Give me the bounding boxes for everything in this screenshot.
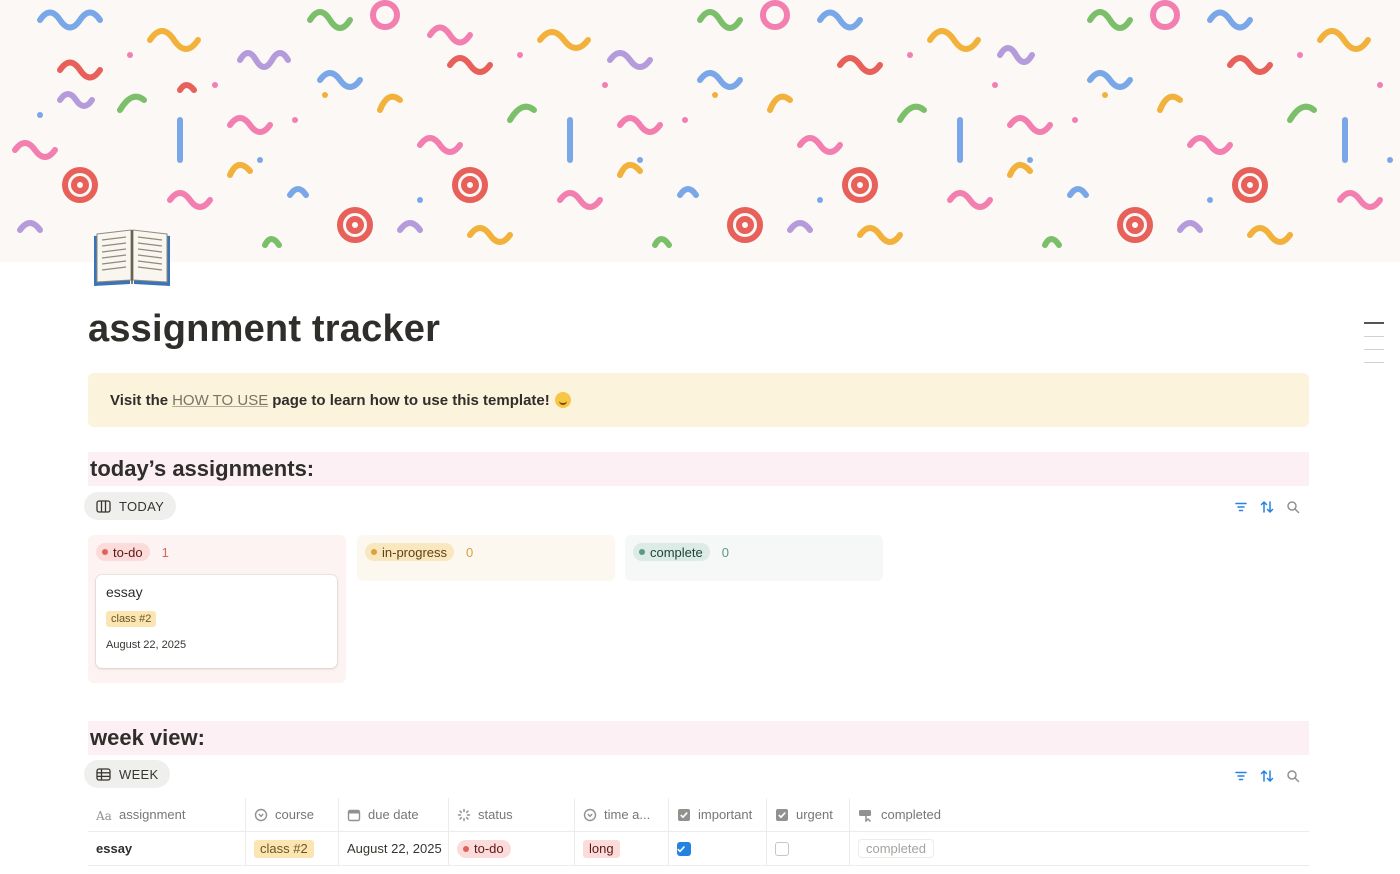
assignment-card[interactable]: essay class #2 August 22, 2025	[96, 575, 337, 668]
week-heading: week view:	[88, 721, 1309, 755]
column-header-course[interactable]: course	[246, 798, 339, 831]
column-header-assignment[interactable]: Aa assignment	[88, 798, 246, 831]
outline-line[interactable]	[1364, 336, 1384, 337]
outline-line[interactable]	[1364, 349, 1384, 350]
column-header-due-date[interactable]: due date	[339, 798, 449, 831]
status-tag-in-progress: in-progress	[365, 543, 455, 561]
filter-icon[interactable]	[1234, 769, 1248, 783]
column-header-status[interactable]: status	[449, 798, 575, 831]
column-count: 0	[466, 544, 474, 560]
board-view-icon	[96, 499, 111, 513]
column-header-important[interactable]: important	[669, 798, 767, 831]
checkbox-property-icon	[678, 808, 690, 821]
table-header-row: Aa assignment course due date status tim…	[88, 798, 1309, 832]
outline-line[interactable]	[1364, 362, 1384, 363]
search-icon[interactable]	[1286, 500, 1300, 514]
calendar-icon	[347, 809, 361, 821]
column-label: complete	[650, 544, 703, 560]
column-header-completed[interactable]: completed	[850, 798, 956, 831]
status-tag-to-do: to-do	[457, 839, 511, 858]
today-view-toolbar	[1234, 500, 1300, 514]
table-row[interactable]: essay class #2 August 22, 2025 to-do lon…	[88, 832, 1309, 866]
cell-due-date[interactable]: August 22, 2025	[339, 832, 449, 865]
button-property-icon	[859, 809, 872, 822]
week-view-tab[interactable]: WEEK	[84, 760, 171, 788]
week-table: Aa assignment course due date status tim…	[88, 798, 1309, 866]
today-heading: today’s assignments:	[88, 452, 1309, 486]
filter-icon[interactable]	[1234, 500, 1248, 514]
today-view-tab[interactable]: TODAY	[84, 492, 177, 520]
select-property-icon	[254, 808, 268, 821]
callout-suffix: page to learn how to use this template!	[272, 391, 550, 409]
course-tag: class #2	[106, 611, 157, 627]
urgent-checkbox[interactable]	[775, 841, 789, 856]
board-column-in-progress: in-progress 0	[357, 535, 615, 581]
outline-line[interactable]	[1364, 322, 1384, 324]
status-tag-to-do: to-do	[96, 543, 150, 561]
cell-completed[interactable]: completed	[850, 832, 956, 865]
status-property-icon	[457, 808, 471, 821]
column-count: 0	[721, 544, 729, 560]
cell-assignment[interactable]: essay	[88, 832, 246, 865]
cell-status[interactable]: to-do	[449, 832, 575, 865]
cell-urgent[interactable]	[767, 832, 850, 865]
column-header-time[interactable]: time a...	[575, 798, 669, 831]
cell-course[interactable]: class #2	[246, 832, 339, 865]
confetti-pattern	[12, 0, 1393, 248]
cell-important[interactable]	[669, 832, 767, 865]
callout-prefix: Visit the	[110, 391, 169, 409]
checkbox-property-icon	[776, 808, 788, 821]
how-to-use-link[interactable]: HOW TO USE	[172, 392, 268, 409]
course-tag: class #2	[254, 839, 314, 858]
cell-time[interactable]: long	[575, 832, 669, 865]
select-property-icon	[583, 808, 597, 821]
text-property-icon: Aa	[96, 809, 112, 821]
week-view-toolbar	[1234, 769, 1300, 783]
board-column-complete: complete 0	[625, 535, 883, 581]
callout-block: Visit the HOW TO USE page to learn how t…	[88, 373, 1309, 427]
column-label: in-progress	[382, 544, 448, 560]
cover-image	[0, 0, 1400, 262]
column-label: to-do	[113, 544, 143, 560]
search-icon[interactable]	[1286, 769, 1300, 783]
week-view-label: WEEK	[119, 766, 159, 782]
column-header-urgent[interactable]: urgent	[767, 798, 850, 831]
card-due-date: August 22, 2025	[106, 639, 187, 651]
table-of-contents-outline[interactable]	[1364, 322, 1384, 375]
svg-text:Aa: Aa	[96, 809, 112, 821]
open-book-icon[interactable]	[88, 222, 176, 294]
page-title: assignment tracker	[88, 308, 441, 350]
card-title: essay	[106, 584, 143, 600]
table-view-icon	[96, 767, 111, 781]
sort-icon[interactable]	[1260, 769, 1274, 783]
column-count: 1	[161, 544, 169, 560]
today-view-label: TODAY	[119, 498, 165, 514]
status-tag-complete: complete	[633, 543, 710, 561]
important-checkbox[interactable]	[676, 841, 691, 856]
time-tag: long	[583, 839, 620, 858]
smiling-face-icon	[554, 392, 571, 408]
sort-icon[interactable]	[1260, 500, 1274, 514]
completed-button[interactable]: completed	[858, 839, 934, 858]
